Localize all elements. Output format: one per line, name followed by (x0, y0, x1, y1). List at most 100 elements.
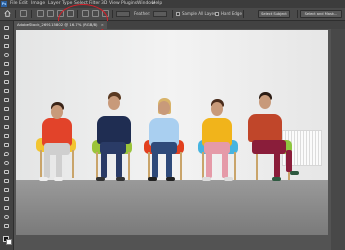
menu-help[interactable]: Help (152, 0, 162, 8)
separator (243, 10, 244, 18)
photoshop-logo: Ps (1, 1, 7, 7)
shin (286, 150, 292, 172)
torso (97, 116, 131, 144)
chair-leg (180, 152, 182, 180)
move-tool-icon[interactable] (3, 25, 10, 31)
artboard-tool-icon[interactable] (3, 34, 10, 40)
shoe (202, 177, 211, 181)
shin (44, 152, 50, 178)
chair-leg (96, 152, 98, 180)
document-tab-zoom: @ 16.7% (RGB/8) (64, 22, 98, 27)
history-brush-tool-icon[interactable] (3, 124, 10, 130)
head (108, 96, 120, 110)
separator (297, 10, 298, 18)
zoom-tool-icon[interactable] (3, 214, 10, 220)
shoe (272, 177, 281, 181)
shoe (290, 171, 299, 175)
document-tab-bar: AdobeStock_269115802 @ 16.7% (RGB/8) × (14, 21, 345, 29)
spot-heal-tool-icon[interactable] (3, 97, 10, 103)
hard-edge-label: Hard Edge (221, 11, 242, 16)
shin (274, 152, 280, 178)
menu-layer[interactable]: Layer (48, 0, 61, 8)
shin (101, 152, 107, 178)
marquee-tool-icon[interactable] (3, 43, 10, 49)
head (259, 95, 271, 109)
brush-tool-icon[interactable] (3, 106, 10, 112)
chair-leg (256, 152, 258, 180)
menu-file[interactable]: File (10, 0, 18, 8)
dodge-tool-icon[interactable] (3, 160, 10, 166)
chair-leg (202, 152, 204, 180)
shoe (39, 177, 48, 181)
lasso-tool-icon[interactable] (3, 52, 10, 58)
chair-leg (148, 152, 150, 180)
clone-stamp-tool-icon[interactable] (3, 115, 10, 121)
select-subject-button[interactable]: Select Subject (258, 10, 290, 18)
shoe (96, 177, 105, 181)
pen-tool-icon[interactable] (3, 169, 10, 175)
crop-tool-icon[interactable] (3, 70, 10, 76)
chair-leg (234, 152, 236, 180)
home-icon[interactable] (4, 10, 11, 17)
mode-dropdown[interactable] (116, 11, 130, 17)
rectangle-tool-icon[interactable] (3, 196, 10, 202)
path-select-tool-icon[interactable] (3, 187, 10, 193)
shin (222, 152, 228, 178)
separator (112, 10, 113, 18)
menu-image[interactable]: Image (31, 0, 45, 8)
shin (206, 152, 212, 178)
menu-view[interactable]: View (109, 0, 120, 8)
new-selection-icon[interactable] (37, 10, 44, 17)
type-tool-icon[interactable] (3, 178, 10, 184)
separator (31, 10, 32, 18)
shoe (148, 177, 157, 181)
feather-label: Feather: (134, 11, 151, 16)
chair-leg (128, 152, 130, 180)
shoe (166, 177, 175, 181)
frame-tool-icon[interactable] (3, 79, 10, 85)
separator (172, 10, 173, 18)
menu-3d[interactable]: 3D (101, 0, 107, 8)
gradient-tool-icon[interactable] (3, 142, 10, 148)
object-select-tool-icon[interactable] (3, 61, 10, 67)
shin (152, 152, 158, 178)
close-icon[interactable]: × (101, 22, 104, 27)
blur-tool-icon[interactable] (3, 151, 10, 157)
sample-all-layers-label: Sample All Layers (182, 11, 218, 16)
background-color-swatch[interactable] (6, 239, 12, 245)
shoe (224, 177, 233, 181)
tools-panel (0, 21, 14, 250)
document-tab-title: AdobeStock_269115802 (17, 22, 64, 27)
tool-preset-icon[interactable] (20, 10, 27, 17)
shoe (54, 177, 63, 181)
menu-bar: Ps File Edit Image Layer Type Select Fil… (0, 0, 345, 8)
add-to-selection-icon[interactable] (47, 10, 54, 17)
more-tools-icon[interactable] (3, 223, 10, 229)
menu-edit[interactable]: Edit (19, 0, 28, 8)
feather-field[interactable] (153, 11, 167, 17)
torso (42, 118, 72, 146)
document-tab[interactable]: AdobeStock_269115802 @ 16.7% (RGB/8) × (14, 21, 107, 29)
hard-edge-checkbox[interactable] (215, 12, 219, 16)
hand-tool-icon[interactable] (3, 205, 10, 211)
chair-leg (72, 150, 74, 178)
photo-floor (16, 180, 328, 235)
torso (248, 114, 282, 142)
head (158, 101, 170, 115)
shin (116, 152, 122, 178)
document-canvas[interactable] (16, 30, 328, 235)
sample-all-layers-checkbox[interactable] (176, 12, 180, 16)
head (211, 102, 223, 116)
head (51, 105, 63, 119)
menu-plugins[interactable]: Plugins (121, 0, 137, 8)
shoe (116, 177, 125, 181)
options-bar: Feather: Sample All Layers Hard Edge Sel… (0, 4, 345, 36)
chair-leg (40, 150, 42, 178)
shin (166, 152, 172, 178)
eraser-tool-icon[interactable] (3, 133, 10, 139)
panel-dock (331, 29, 345, 250)
select-and-mask-button[interactable]: Select and Mask... (300, 10, 342, 18)
separator (15, 10, 16, 18)
shin (56, 152, 62, 178)
eyedropper-tool-icon[interactable] (3, 88, 10, 94)
